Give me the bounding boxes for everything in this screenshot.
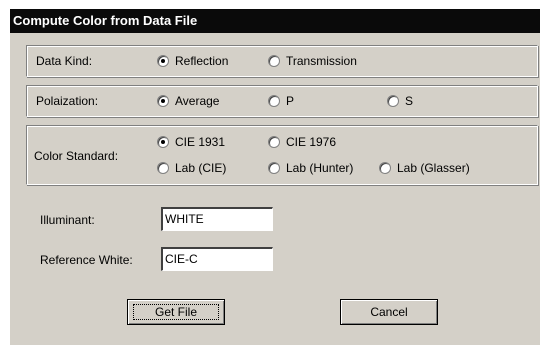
radio-cie-1976[interactable]: CIE 1976 <box>268 135 336 149</box>
data-kind-label: Data Kind: <box>36 54 93 68</box>
illuminant-input[interactable]: WHITE <box>161 207 273 231</box>
radio-p-label: P <box>286 94 295 108</box>
radio-average-label: Average <box>175 94 220 108</box>
radio-cie-1976-label: CIE 1976 <box>286 135 337 149</box>
compute-color-dialog: Compute Color from Data File Data Kind: … <box>10 9 540 345</box>
reference-white-input[interactable]: CIE-C <box>161 247 273 271</box>
data-kind-group: Data Kind: Reflection Transmission <box>26 45 538 77</box>
radio-reflection-label: Reflection <box>175 54 229 68</box>
radio-unselected-icon <box>268 95 280 107</box>
get-file-button-label: Get File <box>154 305 197 319</box>
radio-s[interactable]: S <box>387 94 413 108</box>
reference-white-label: Reference White: <box>40 253 133 267</box>
cancel-button-label: Cancel <box>370 305 408 319</box>
radio-unselected-icon <box>268 162 280 174</box>
color-standard-group: Color Standard: CIE 1931 CIE 1976 Lab (C… <box>26 125 538 185</box>
radio-selected-icon <box>157 136 169 148</box>
radio-unselected-icon <box>268 136 280 148</box>
radio-unselected-icon <box>268 55 280 67</box>
color-standard-label: Color Standard: <box>34 149 119 163</box>
radio-average[interactable]: Average <box>157 94 219 108</box>
radio-lab-hunter[interactable]: Lab (Hunter) <box>268 161 353 175</box>
radio-cie-1931[interactable]: CIE 1931 <box>157 135 225 149</box>
radio-s-label: S <box>405 94 414 108</box>
polarization-label: Polaization: <box>36 94 99 108</box>
radio-lab-glasser[interactable]: Lab (Glasser) <box>379 161 470 175</box>
radio-lab-cie-label: Lab (CIE) <box>175 161 227 175</box>
radio-transmission[interactable]: Transmission <box>268 54 357 68</box>
radio-reflection[interactable]: Reflection <box>157 54 228 68</box>
polarization-group: Polaization: Average P S <box>26 85 538 117</box>
radio-p[interactable]: P <box>268 94 294 108</box>
radio-transmission-label: Transmission <box>286 54 357 68</box>
radio-selected-icon <box>157 55 169 67</box>
radio-cie-1931-label: CIE 1931 <box>175 135 226 149</box>
radio-unselected-icon <box>379 162 391 174</box>
radio-lab-hunter-label: Lab (Hunter) <box>286 161 354 175</box>
get-file-button[interactable]: Get File <box>127 299 225 325</box>
cancel-button[interactable]: Cancel <box>340 299 438 325</box>
dialog-title: Compute Color from Data File <box>10 9 540 33</box>
illuminant-label: Illuminant: <box>40 213 95 227</box>
radio-unselected-icon <box>387 95 399 107</box>
radio-lab-cie[interactable]: Lab (CIE) <box>157 161 226 175</box>
radio-selected-icon <box>157 95 169 107</box>
radio-unselected-icon <box>157 162 169 174</box>
radio-lab-glasser-label: Lab (Glasser) <box>397 161 470 175</box>
